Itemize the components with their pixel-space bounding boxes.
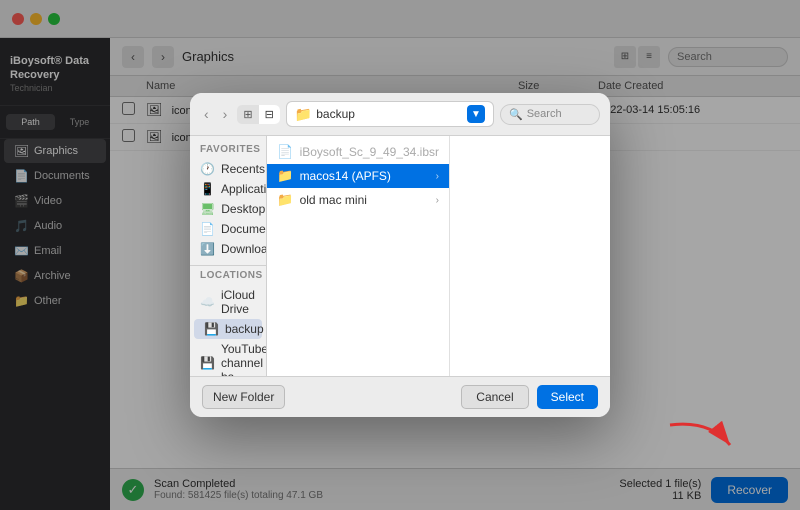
search-icon: 🔍: [509, 108, 523, 121]
dialog-grid-view-button[interactable]: ⊞: [237, 105, 258, 124]
dialog-column-view-button[interactable]: ⊟: [259, 105, 280, 124]
desktop-icon: 🖥: [200, 202, 215, 216]
browser-item-oldmac[interactable]: 📁 old mac mini ›: [267, 188, 449, 212]
save-dialog: ‹ › ⊞ ⊟ 📁 backup ▼ 🔍 Search: [190, 93, 610, 417]
browser-item-label: old mac mini: [300, 193, 367, 207]
sidebar-item-desktop[interactable]: 🖥 Desktop: [190, 199, 266, 219]
location-text: backup: [316, 107, 463, 121]
icloud-label: iCloud Drive: [221, 288, 256, 316]
locations-section-header: Locations: [190, 268, 266, 285]
dialog-overlay: ‹ › ⊞ ⊟ 📁 backup ▼ 🔍 Search: [0, 0, 800, 510]
sidebar-item-applications[interactable]: 📱 Applications: [190, 179, 266, 199]
desktop-label: Desktop: [221, 202, 265, 216]
youtube-drive-icon: 💾: [200, 356, 215, 370]
icloud-icon: ☁️: [200, 295, 215, 309]
browser-item-ibsr[interactable]: 📄 iBoysoft_Sc_9_49_34.ibsr: [267, 140, 449, 164]
dialog-search: 🔍 Search: [500, 104, 600, 125]
chevron-right-icon: ›: [436, 195, 439, 206]
app-window: iBoysoft® Data Recovery Technician Path …: [0, 0, 800, 510]
folder-icon: 📁: [277, 192, 293, 208]
select-button[interactable]: Select: [537, 385, 598, 409]
search-placeholder: Search: [527, 108, 562, 120]
sidebar-item-downloads[interactable]: ⬇️ Downloads: [190, 239, 266, 259]
cancel-button[interactable]: Cancel: [461, 385, 528, 409]
favorites-section-header: Favorites: [190, 142, 266, 159]
browser-item-label: iBoysoft_Sc_9_49_34.ibsr: [300, 145, 439, 159]
folder-icon: 📁: [295, 106, 312, 123]
arrow-indicator: [660, 415, 740, 455]
dialog-footer: New Folder Cancel Select: [190, 376, 610, 417]
backup-drive-icon: 💾: [204, 322, 219, 336]
dialog-browser: 📄 iBoysoft_Sc_9_49_34.ibsr 📁 macos14 (AP…: [267, 136, 610, 376]
browser-item-macos14[interactable]: 📁 macos14 (APFS) ›: [267, 164, 449, 188]
dialog-actions: Cancel Select: [461, 385, 598, 409]
dialog-forward-button[interactable]: ›: [219, 104, 232, 124]
dialog-toolbar: ‹ › ⊞ ⊟ 📁 backup ▼ 🔍 Search: [190, 93, 610, 136]
folder-icon: 📁: [277, 168, 293, 184]
documents-label: Documents: [221, 222, 267, 236]
browser-col-2: [450, 136, 610, 376]
sidebar-item-icloud[interactable]: ☁️ iCloud Drive: [190, 285, 266, 319]
backup-label: backup: [225, 322, 264, 336]
file-icon: 📄: [277, 144, 293, 160]
dialog-view-buttons: ⊞ ⊟: [237, 105, 279, 124]
sidebar-item-youtube[interactable]: 💾 YouTube channel ba...: [190, 339, 266, 376]
recents-label: Recents: [221, 162, 265, 176]
recents-icon: 🕐: [200, 162, 215, 176]
sidebar-item-recents[interactable]: 🕐 Recents: [190, 159, 266, 179]
dialog-body: Favorites 🕐 Recents 📱 Applications 🖥 Des…: [190, 136, 610, 376]
browser-item-label: macos14 (APFS): [300, 169, 391, 183]
downloads-label: Downloads: [221, 242, 267, 256]
youtube-label: YouTube channel ba...: [221, 342, 267, 376]
sidebar-item-documents-dialog[interactable]: 📄 Documents: [190, 219, 266, 239]
applications-label: Applications: [221, 182, 267, 196]
applications-icon: 📱: [200, 182, 215, 196]
dialog-back-button[interactable]: ‹: [200, 104, 213, 124]
downloads-icon: ⬇️: [200, 242, 215, 256]
dialog-sidebar: Favorites 🕐 Recents 📱 Applications 🖥 Des…: [190, 136, 267, 376]
location-dropdown-button[interactable]: ▼: [467, 105, 485, 123]
documents-icon: 📄: [200, 222, 215, 236]
dialog-location-bar: 📁 backup ▼: [286, 101, 494, 127]
chevron-right-icon: ›: [436, 171, 439, 182]
browser-col-1: 📄 iBoysoft_Sc_9_49_34.ibsr 📁 macos14 (AP…: [267, 136, 450, 376]
new-folder-button[interactable]: New Folder: [202, 385, 285, 409]
sidebar-item-backup[interactable]: 💾 backup: [194, 319, 262, 339]
